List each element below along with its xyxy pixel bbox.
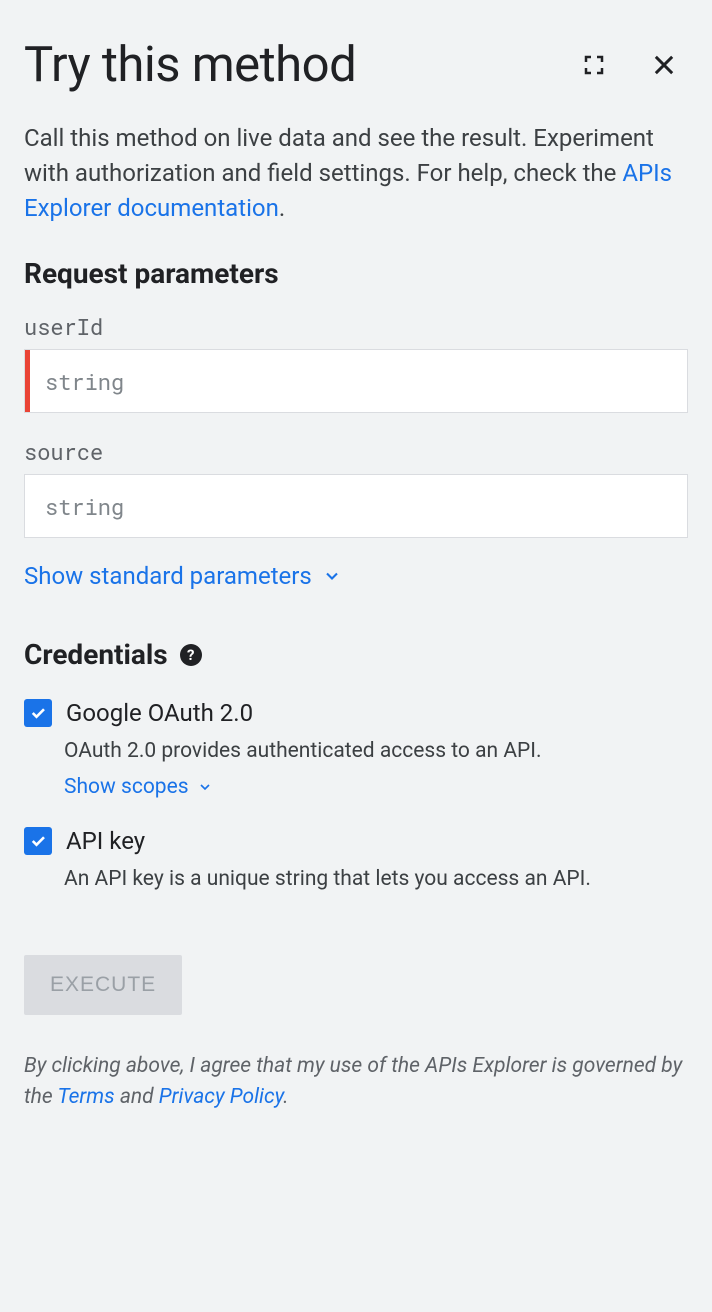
apikey-checkbox[interactable] bbox=[24, 827, 52, 855]
cred-oauth-row: Google OAuth 2.0 bbox=[24, 699, 688, 727]
field-source: source bbox=[24, 437, 688, 538]
oauth-checkbox[interactable] bbox=[24, 699, 52, 727]
header: Try this method bbox=[24, 36, 688, 93]
check-icon bbox=[29, 704, 47, 722]
description: Call this method on live data and see th… bbox=[24, 121, 688, 225]
fullscreen-button[interactable] bbox=[578, 49, 610, 81]
userId-label: userId bbox=[24, 312, 688, 341]
description-text: Call this method on live data and see th… bbox=[24, 124, 654, 187]
chevron-down-icon bbox=[322, 566, 342, 586]
source-input-wrap bbox=[24, 474, 688, 538]
show-scopes[interactable]: Show scopes bbox=[64, 775, 688, 799]
apikey-label: API key bbox=[66, 827, 145, 855]
footer-and: and bbox=[115, 1085, 159, 1109]
oauth-sub: OAuth 2.0 provides authenticated access … bbox=[64, 739, 688, 763]
cred-apikey: API key An API key is a unique string th… bbox=[24, 827, 688, 891]
apikey-sub: An API key is a unique string that lets … bbox=[64, 867, 688, 891]
source-label: source bbox=[24, 437, 688, 466]
fullscreen-icon bbox=[582, 53, 606, 77]
header-actions bbox=[578, 47, 682, 83]
show-scopes-label: Show scopes bbox=[64, 775, 189, 799]
userId-input-wrap bbox=[24, 349, 688, 413]
description-suffix: . bbox=[279, 194, 285, 222]
credentials-heading-row: Credentials ? bbox=[24, 638, 688, 671]
params-heading: Request parameters bbox=[24, 257, 688, 290]
cred-apikey-row: API key bbox=[24, 827, 688, 855]
page-title: Try this method bbox=[24, 36, 356, 93]
source-input[interactable] bbox=[25, 475, 687, 537]
check-icon bbox=[29, 832, 47, 850]
privacy-link[interactable]: Privacy Policy bbox=[159, 1085, 283, 1109]
cred-oauth: Google OAuth 2.0 OAuth 2.0 provides auth… bbox=[24, 699, 688, 799]
show-standard-params[interactable]: Show standard parameters bbox=[24, 562, 688, 590]
footer-suffix: . bbox=[283, 1085, 288, 1109]
footer: By clicking above, I agree that my use o… bbox=[24, 1051, 688, 1112]
terms-link[interactable]: Terms bbox=[57, 1085, 114, 1109]
oauth-label: Google OAuth 2.0 bbox=[66, 699, 253, 727]
close-button[interactable] bbox=[646, 47, 682, 83]
userId-input[interactable] bbox=[25, 350, 687, 412]
chevron-down-icon bbox=[197, 779, 213, 795]
credentials-heading: Credentials bbox=[24, 638, 168, 671]
show-standard-params-label: Show standard parameters bbox=[24, 562, 312, 590]
close-icon bbox=[650, 51, 678, 79]
help-icon[interactable]: ? bbox=[180, 644, 202, 666]
field-userId: userId bbox=[24, 312, 688, 413]
execute-button[interactable]: EXECUTE bbox=[24, 955, 182, 1015]
